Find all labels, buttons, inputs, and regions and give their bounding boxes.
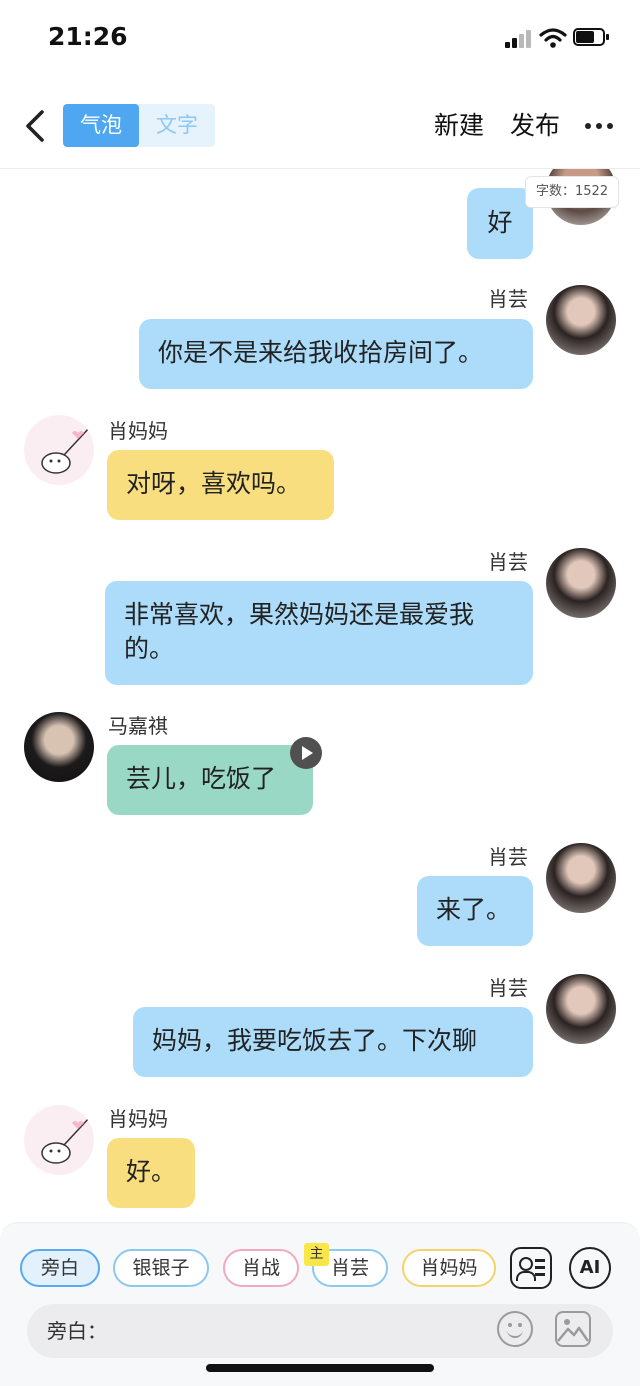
chat-area: 好 肖芸 你是不是来给我收拾房间了。 肖妈妈 对呀，喜欢吗。 肖芸 非常喜欢，果… [0, 169, 640, 1222]
more-icon[interactable] [585, 123, 613, 131]
main-role-badge: 主 [304, 1243, 329, 1266]
avatar[interactable] [24, 712, 94, 782]
sender-name: 肖芸 [488, 845, 528, 869]
wifi-icon [539, 28, 567, 48]
message-bubble[interactable]: 好 [467, 188, 533, 259]
message-bubble[interactable]: 妈妈，我要吃饭去了。下次聊 [133, 1007, 533, 1077]
role-chip-xiaomama[interactable]: 肖妈妈 [402, 1249, 496, 1287]
avatar[interactable] [546, 974, 616, 1044]
mode-toggle: 气泡 文字 [63, 104, 215, 147]
word-count-badge: 字数：1522 [525, 176, 620, 208]
back-chevron-icon[interactable] [20, 108, 56, 144]
avatar[interactable] [24, 1105, 94, 1175]
sender-name: 肖芸 [488, 287, 528, 311]
sender-name: 肖芸 [488, 976, 528, 1000]
voice-play-icon[interactable] [290, 737, 322, 769]
avatar[interactable] [546, 285, 616, 355]
mountain-shape [557, 1326, 589, 1342]
input-prefix: 旁白： [47, 1319, 107, 1343]
home-indicator [206, 1364, 434, 1372]
role-chip-narration[interactable]: 旁白 [20, 1249, 100, 1287]
sender-name: 马嘉祺 [108, 714, 168, 738]
image-icon[interactable] [555, 1311, 591, 1347]
message-bubble[interactable]: 非常喜欢，果然妈妈还是最爱我的。 [105, 581, 533, 685]
emoji-icon[interactable] [497, 1311, 533, 1347]
signal-icon [505, 30, 533, 48]
new-button[interactable]: 新建 [434, 108, 484, 144]
tab-bubble[interactable]: 气泡 [63, 104, 139, 147]
contacts-icon[interactable] [510, 1247, 552, 1289]
role-chip-xiaozhan[interactable]: 肖战 [223, 1249, 299, 1287]
sender-name: 肖芸 [488, 550, 528, 574]
cartoon-avatar-icon [41, 1116, 91, 1164]
message-bubble[interactable]: 来了。 [417, 876, 533, 946]
message-bubble[interactable]: 芸儿，吃饭了 [107, 745, 313, 815]
role-chip-yinyinzi[interactable]: 银银子 [113, 1249, 209, 1287]
message-bubble[interactable]: 好。 [107, 1138, 195, 1208]
sender-name: 肖妈妈 [108, 419, 168, 443]
sender-name: 肖妈妈 [108, 1107, 168, 1131]
avatar[interactable] [546, 548, 616, 618]
message-bubble[interactable]: 你是不是来给我收拾房间了。 [139, 319, 533, 389]
avatar[interactable] [24, 415, 94, 485]
cartoon-avatar-icon [41, 426, 91, 474]
message-bubble[interactable]: 对呀，喜欢吗。 [107, 450, 334, 520]
status-time: 21:26 [48, 22, 128, 51]
tab-text[interactable]: 文字 [139, 104, 215, 147]
publish-button[interactable]: 发布 [510, 108, 560, 144]
ai-label: AI [579, 1257, 601, 1278]
avatar[interactable] [546, 843, 616, 913]
battery-icon [573, 28, 609, 46]
ai-button[interactable]: AI [569, 1247, 611, 1289]
